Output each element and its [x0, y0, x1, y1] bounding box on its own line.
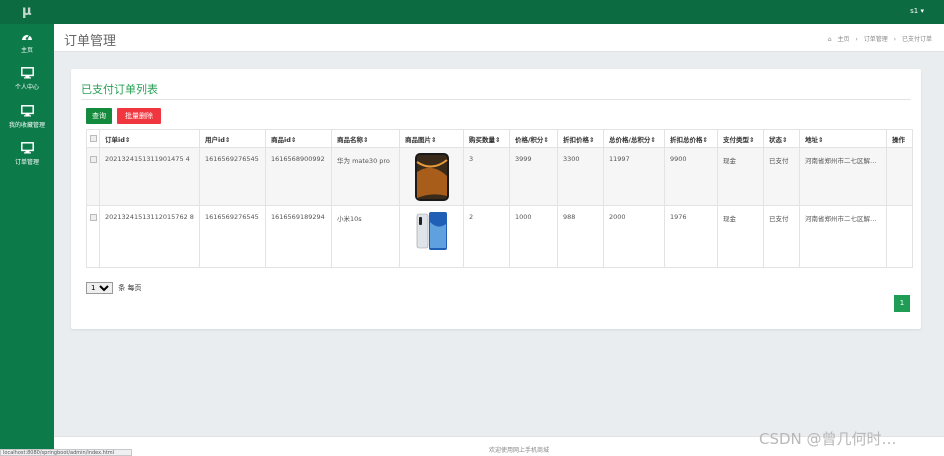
- column-header[interactable]: 商品id⇕: [265, 129, 332, 148]
- quantity: 2: [463, 205, 510, 268]
- breadcrumb-separator: ›: [855, 36, 858, 43]
- page-size-control: 10 条 每页: [86, 282, 141, 294]
- page-button-current[interactable]: 1: [894, 295, 910, 312]
- product-name: 华为 mate30 pro: [331, 147, 400, 206]
- table-row: 2021324151311901475 4 1616569276545 1616…: [86, 147, 913, 206]
- product-name: 小米10s: [331, 205, 400, 268]
- column-header[interactable]: 地址⇕: [799, 129, 887, 148]
- top-bar: μ s1 ▾: [0, 0, 944, 24]
- quantity: 3: [463, 147, 510, 206]
- product-image: [399, 147, 464, 206]
- column-header[interactable]: 商品图片⇕: [399, 129, 464, 148]
- column-header[interactable]: 用户id⇕: [199, 129, 266, 148]
- discount-price: 3300: [557, 147, 604, 206]
- breadcrumb-orders[interactable]: 订单管理: [864, 36, 888, 43]
- column-header[interactable]: 折扣总价格⇕: [664, 129, 718, 148]
- monitor-icon: [20, 142, 34, 154]
- footer-text: 欢迎使用网上手机商城: [489, 447, 550, 454]
- status: 已支付: [763, 147, 800, 206]
- orders-table: 订单id⇕ 用户id⇕ 商品id⇕ 商品名称⇕ 商品图片⇕ 购买数量⇕ 价格/积…: [86, 129, 913, 268]
- discount-price: 988: [557, 205, 604, 268]
- page-title: 订单管理: [64, 34, 117, 49]
- sidebar-item-home[interactable]: 主页: [0, 31, 54, 54]
- column-header[interactable]: 总价格/总积分⇕: [603, 129, 665, 148]
- query-button[interactable]: 查询: [86, 108, 112, 124]
- sidebar-item-label: 主页: [20, 47, 33, 54]
- column-header[interactable]: 购买数量⇕: [463, 129, 510, 148]
- sidebar-item-label: 订单管理: [14, 159, 39, 166]
- discount-total: 9900: [664, 147, 718, 206]
- breadcrumb: ⌂ 主页 › 订单管理 › 已支付订单: [826, 34, 934, 43]
- product-id: 1616569189294: [265, 205, 332, 268]
- phone-white-image: [416, 212, 447, 250]
- browser-status-url: localhost:8080/springboot/admin/index.ht…: [0, 449, 132, 456]
- order-id: 2021324151311901475 4: [99, 147, 200, 206]
- column-header[interactable]: 折扣价格⇕: [557, 129, 604, 148]
- per-page-label: 条 每页: [118, 284, 142, 292]
- divider: [81, 99, 911, 100]
- user-menu[interactable]: s1 ▾: [910, 7, 924, 15]
- user-id: 1616569276545: [199, 147, 266, 206]
- pay-type: 现金: [717, 205, 764, 268]
- column-header: 操作: [886, 129, 913, 148]
- row-checkbox[interactable]: [86, 205, 100, 268]
- column-header[interactable]: 订单id⇕: [99, 129, 200, 148]
- sidebar-item-favorites[interactable]: 我的收藏管理: [0, 105, 54, 129]
- phone-black-image: [414, 153, 449, 201]
- column-header[interactable]: 状态⇕: [763, 129, 800, 148]
- table-row: 20213241513112015762 8 1616569276545 161…: [86, 205, 913, 268]
- sidebar-item-label: 个人中心: [14, 84, 39, 91]
- discount-total: 1976: [664, 205, 718, 268]
- row-checkbox[interactable]: [86, 147, 100, 206]
- monitor-icon: [20, 67, 34, 79]
- address: 河南省郑州市二七区解…: [799, 205, 887, 268]
- sidebar-item-profile[interactable]: 个人中心: [0, 67, 54, 91]
- sidebar-item-orders[interactable]: 订单管理: [0, 142, 54, 166]
- monitor-icon: [20, 105, 34, 117]
- status: 已支付: [763, 205, 800, 268]
- app-logo: μ: [22, 4, 32, 19]
- order-id: 20213241513112015762 8: [99, 205, 200, 268]
- product-image: [399, 205, 464, 268]
- pay-type: 现金: [717, 147, 764, 206]
- card-title: 已支付订单列表: [81, 83, 158, 96]
- address: 河南省郑州市二七区解…: [799, 147, 887, 206]
- actions-cell: [886, 205, 913, 268]
- order-list-card: 已支付订单列表 查询 批量删除 订单id⇕ 用户id⇕ 商品id⇕ 商品名称⇕ …: [71, 69, 921, 329]
- batch-delete-button[interactable]: 批量删除: [117, 108, 161, 124]
- actions-cell: [886, 147, 913, 206]
- table-header-row: 订单id⇕ 用户id⇕ 商品id⇕ 商品名称⇕ 商品图片⇕ 购买数量⇕ 价格/积…: [86, 129, 913, 148]
- page-header: 订单管理 ⌂ 主页 › 订单管理 › 已支付订单: [54, 24, 944, 52]
- breadcrumb-home[interactable]: 主页: [837, 36, 849, 43]
- total-price: 2000: [603, 205, 665, 268]
- dashboard-icon: [22, 34, 32, 40]
- sidebar: 主页 个人中心 我的收藏管理 订单管理: [0, 24, 54, 456]
- total-price: 11997: [603, 147, 665, 206]
- breadcrumb-separator: ›: [893, 36, 897, 43]
- page-size-select[interactable]: 10: [86, 282, 113, 294]
- user-id: 1616569276545: [199, 205, 266, 268]
- column-header[interactable]: 商品名称⇕: [331, 129, 400, 148]
- sidebar-item-label: 我的收藏管理: [8, 122, 45, 129]
- watermark: CSDN @曾几何时…: [759, 430, 897, 448]
- breadcrumb-current: 已支付订单: [901, 36, 932, 43]
- product-id: 1616568900992: [265, 147, 332, 206]
- home-icon: ⌂: [827, 36, 832, 43]
- price: 3999: [509, 147, 558, 206]
- column-header[interactable]: 价格/积分⇕: [509, 129, 558, 148]
- price: 1000: [509, 205, 558, 268]
- column-header[interactable]: 支付类型⇕: [717, 129, 764, 148]
- select-all-checkbox[interactable]: [86, 129, 100, 148]
